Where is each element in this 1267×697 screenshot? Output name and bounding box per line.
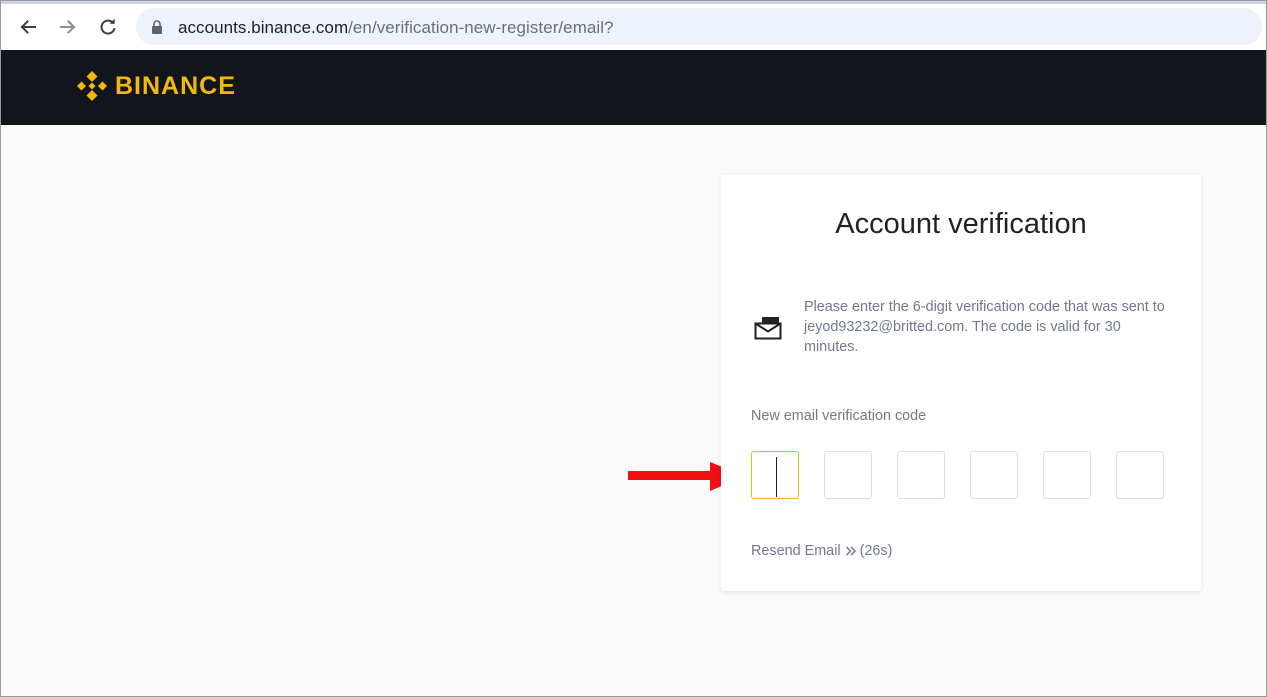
back-button[interactable] <box>14 13 42 41</box>
reload-button[interactable] <box>94 13 122 41</box>
reload-icon <box>100 18 116 35</box>
url-path: /en/verification-new-register/email? <box>348 18 614 37</box>
code-digit-3[interactable] <box>897 451 945 499</box>
screen: accounts.binance.com/en/verification-new… <box>0 0 1267 697</box>
binance-logo-icon <box>77 71 107 101</box>
url-host: accounts.binance.com <box>178 18 349 37</box>
verification-info-text: Please enter the 6-digit verification co… <box>804 299 1165 355</box>
page-title: Account verification <box>835 208 1087 240</box>
code-digit-4[interactable] <box>970 451 1018 499</box>
envelope-icon <box>754 317 782 340</box>
resend-label: Resend Email <box>751 543 841 559</box>
resend-countdown: (26s) <box>859 543 893 559</box>
double-chevron-right-icon <box>845 546 856 556</box>
text-cursor <box>776 457 777 497</box>
verification-card: Account verification Please enter the 6-… <box>721 175 1201 591</box>
binance-logo[interactable]: BINANCE <box>75 68 236 104</box>
code-digit-1[interactable] <box>751 451 799 499</box>
site-header: BINANCE <box>1 50 1266 125</box>
back-arrow-icon <box>20 20 36 34</box>
forward-button[interactable] <box>54 13 82 41</box>
resend-email-link[interactable]: Resend Email (26s) <box>751 543 892 559</box>
code-digit-5[interactable] <box>1043 451 1091 499</box>
url-text: accounts.binance.com/en/verification-new… <box>178 18 614 38</box>
logo-text: BINANCE <box>115 71 236 100</box>
forward-arrow-icon <box>60 20 76 34</box>
code-digit-6[interactable] <box>1116 451 1164 499</box>
browser-toolbar: accounts.binance.com/en/verification-new… <box>1 1 1266 50</box>
code-digit-2[interactable] <box>824 451 872 499</box>
address-bar[interactable]: accounts.binance.com/en/verification-new… <box>136 8 1262 45</box>
code-field-label: New email verification code <box>751 408 927 424</box>
lock-icon[interactable] <box>151 20 163 34</box>
